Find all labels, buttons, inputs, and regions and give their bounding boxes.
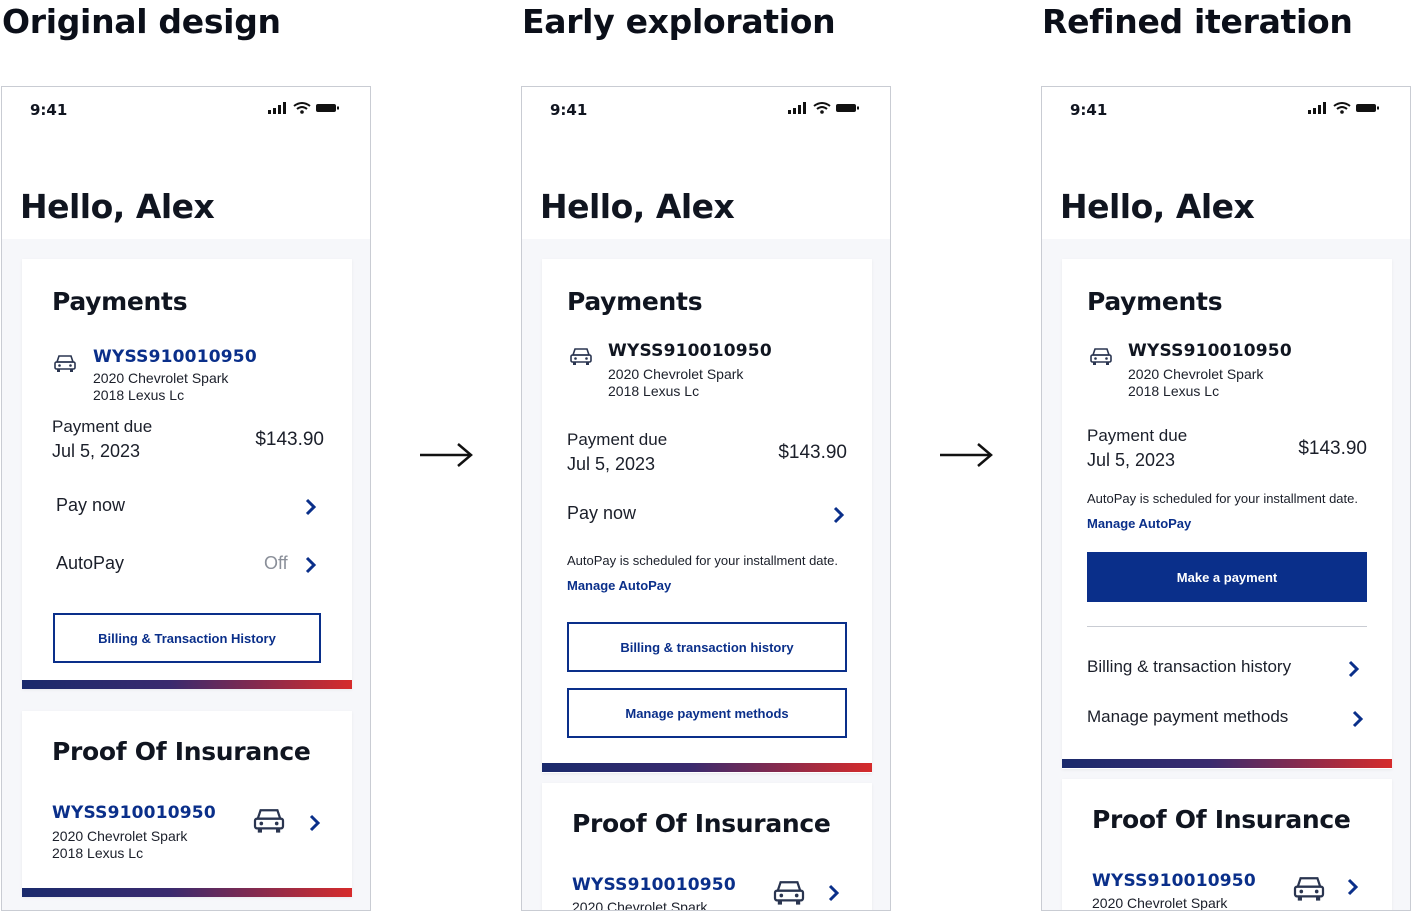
- pay-now-label: Pay now: [56, 495, 126, 515]
- pay-now-row[interactable]: Pay now: [52, 491, 322, 521]
- divider: [1087, 626, 1367, 627]
- manage-autopay-link[interactable]: Manage AutoPay: [1087, 516, 1191, 531]
- status-time: 9:41: [30, 101, 68, 119]
- insurance-vehicle-2: 2018 Lexus Lc: [52, 845, 144, 861]
- payment-vin: WYSS910010950: [1128, 341, 1292, 361]
- insurance-title: Proof Of Insurance: [572, 809, 831, 838]
- chevron-right-icon[interactable]: [827, 883, 841, 903]
- payment-due-label: Payment due: [1087, 426, 1188, 445]
- greeting: Hello, Alex: [1060, 187, 1255, 226]
- phone-header: 9:41 Hello, Alex: [1042, 87, 1410, 239]
- vehicle-1: 2020 Chevrolet Spark: [1128, 366, 1264, 382]
- autopay-row[interactable]: AutoPay Off: [52, 549, 322, 579]
- vehicle-1: 2020 Chevrolet Spark: [93, 370, 229, 386]
- chevron-right-icon: [1348, 660, 1360, 678]
- chevron-right-icon: [305, 498, 317, 516]
- phone-header: 9:41 Hello, Alex: [2, 87, 370, 239]
- insurance-card: Proof Of Insurance WYSS910010950 2020 Ch…: [22, 711, 352, 897]
- insurance-title: Proof Of Insurance: [52, 737, 311, 766]
- column-title-original: Original design: [2, 2, 281, 41]
- chevron-right-icon: [833, 506, 845, 524]
- status-icons: [268, 102, 339, 114]
- pay-now-label: Pay now: [567, 503, 637, 523]
- chevron-right-icon[interactable]: [308, 813, 322, 833]
- car-icon: [253, 809, 285, 833]
- payment-due-date: Jul 5, 2023: [567, 454, 656, 474]
- autopay-note-text: AutoPay is scheduled for your installmen…: [1087, 491, 1358, 506]
- manage-autopay-link[interactable]: Manage AutoPay: [567, 578, 671, 593]
- gradient-bar: [1062, 759, 1392, 768]
- payments-card: Payments WYSS910010950 2020 Chevrolet Sp…: [542, 259, 872, 773]
- status-icons: [1308, 102, 1379, 114]
- status-icons: [788, 102, 859, 114]
- payment-amount: $143.90: [1298, 438, 1367, 459]
- autopay-label: AutoPay: [56, 553, 125, 573]
- chevron-right-icon: [1352, 710, 1364, 728]
- gradient-bar: [542, 763, 872, 772]
- car-icon: [54, 355, 76, 372]
- gradient-bar: [22, 680, 352, 689]
- insurance-vehicle-1: 2020 Chevrolet Spark: [572, 899, 708, 911]
- vehicle-2: 2018 Lexus Lc: [1128, 383, 1220, 399]
- insurance-vehicle-1: 2020 Chevrolet Spark: [52, 828, 188, 844]
- billing-history-button[interactable]: Billing & transaction history: [567, 622, 847, 672]
- manage-payment-methods-label: Manage payment methods: [1087, 707, 1289, 726]
- autopay-note: AutoPay is scheduled for your installmen…: [1087, 486, 1377, 536]
- phone-refined: 9:41 Hello, Alex Payments WYSS910010950 …: [1041, 86, 1411, 911]
- column-title-refined: Refined iteration: [1042, 2, 1353, 41]
- billing-history-label: Billing & transaction history: [1087, 657, 1292, 676]
- payment-vin[interactable]: WYSS910010950: [93, 347, 257, 367]
- insurance-vin[interactable]: WYSS910010950: [1092, 871, 1256, 891]
- pay-now-row[interactable]: Pay now: [567, 499, 852, 529]
- right-arrow-icon: [420, 443, 473, 467]
- autopay-note: AutoPay is scheduled for your installmen…: [567, 548, 857, 598]
- greeting: Hello, Alex: [20, 187, 215, 226]
- payment-amount: $143.90: [778, 442, 847, 463]
- chevron-right-icon[interactable]: [1346, 877, 1360, 897]
- chevron-right-icon: [305, 556, 317, 574]
- insurance-vehicle-1: 2020 Chevrolet Spark: [1092, 895, 1228, 911]
- phone-early: 9:41 Hello, Alex Payments WYSS910010950 …: [521, 86, 891, 911]
- car-icon: [773, 881, 805, 905]
- car-icon: [1293, 877, 1325, 901]
- car-icon: [1090, 348, 1112, 365]
- vehicle-2: 2018 Lexus Lc: [608, 383, 700, 399]
- payment-due-label: Payment due: [567, 430, 668, 449]
- manage-payment-methods-row[interactable]: Manage payment methods: [1087, 703, 1372, 733]
- payment-due-date: Jul 5, 2023: [52, 441, 141, 461]
- payments-title: Payments: [52, 287, 188, 316]
- make-payment-button[interactable]: Make a payment: [1087, 552, 1367, 602]
- insurance-vin[interactable]: WYSS910010950: [52, 803, 216, 823]
- payment-due-date: Jul 5, 2023: [1087, 450, 1176, 470]
- phone-original: 9:41 Hello, Alex Payments WYSS910010950 …: [1, 86, 371, 911]
- car-icon: [570, 348, 592, 365]
- billing-history-button[interactable]: Billing & Transaction History: [53, 613, 321, 663]
- insurance-card: Proof Of Insurance WYSS910010950 2020 Ch…: [542, 783, 872, 911]
- billing-history-row[interactable]: Billing & transaction history: [1087, 653, 1372, 683]
- insurance-vin[interactable]: WYSS910010950: [572, 875, 736, 895]
- gradient-bar: [22, 888, 352, 897]
- autopay-status: Off: [264, 553, 288, 573]
- insurance-title: Proof Of Insurance: [1092, 805, 1351, 834]
- payment-amount: $143.90: [255, 429, 324, 450]
- payments-title: Payments: [567, 287, 703, 316]
- manage-payment-methods-button[interactable]: Manage payment methods: [567, 688, 847, 738]
- autopay-note-text: AutoPay is scheduled for your installmen…: [567, 553, 838, 568]
- status-time: 9:41: [550, 101, 588, 119]
- greeting: Hello, Alex: [540, 187, 735, 226]
- vehicle-2: 2018 Lexus Lc: [93, 387, 185, 403]
- right-arrow-icon: [940, 443, 993, 467]
- payment-vin: WYSS910010950: [608, 341, 772, 361]
- payment-due-label: Payment due: [52, 417, 153, 436]
- payments-card: Payments WYSS910010950 2020 Chevrolet Sp…: [22, 259, 352, 689]
- insurance-card: Proof Of Insurance WYSS910010950 2020 Ch…: [1062, 779, 1392, 911]
- phone-header: 9:41 Hello, Alex: [522, 87, 890, 239]
- payments-card: Payments WYSS910010950 2020 Chevrolet Sp…: [1062, 259, 1392, 769]
- status-time: 9:41: [1070, 101, 1108, 119]
- column-title-early: Early exploration: [522, 2, 836, 41]
- vehicle-1: 2020 Chevrolet Spark: [608, 366, 744, 382]
- payments-title: Payments: [1087, 287, 1223, 316]
